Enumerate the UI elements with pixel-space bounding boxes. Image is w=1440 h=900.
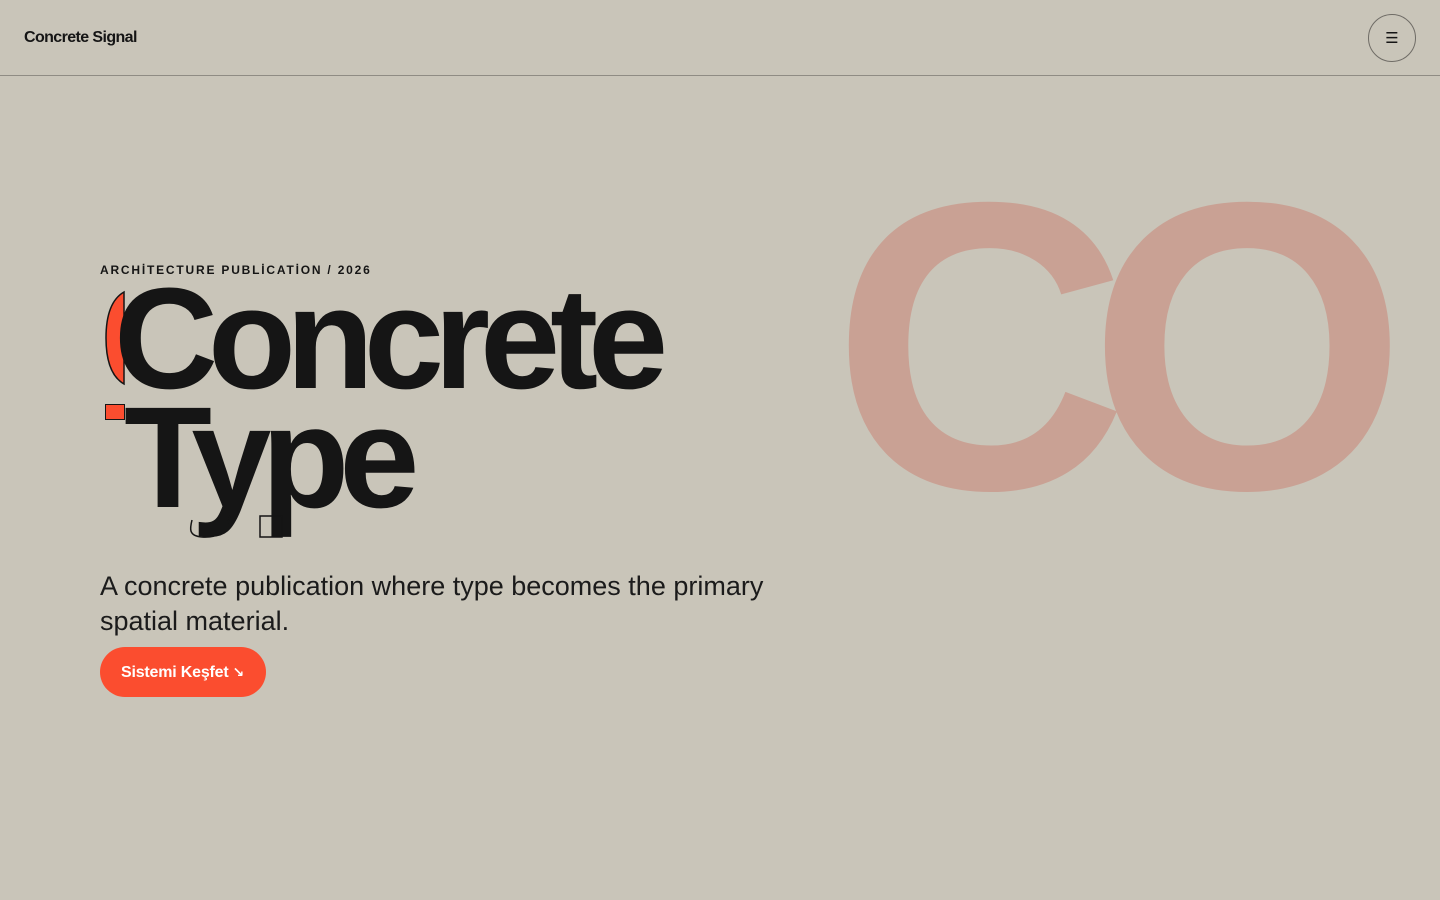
background-letters-text: CO (840, 117, 1396, 575)
site-header: Concrete Signal ☰ (0, 0, 1440, 76)
background-letters: CO (840, 117, 1436, 575)
menu-button[interactable]: ☰ (1368, 14, 1416, 62)
hero-title-line-2: Type (124, 377, 419, 538)
hero-subtitle: A concrete publication where type become… (100, 571, 764, 636)
hamburger-icon: ☰ (1385, 29, 1399, 47)
descender-outline (189, 515, 283, 538)
arrow-down-right-icon: ↘ (232, 664, 244, 680)
cta-label: Sistemi Keşfet (121, 664, 229, 681)
explore-system-button[interactable]: Sistemi Keşfet ↘ (100, 647, 266, 697)
accent-square (105, 404, 125, 420)
brand-logo[interactable]: Concrete Signal (24, 28, 137, 48)
